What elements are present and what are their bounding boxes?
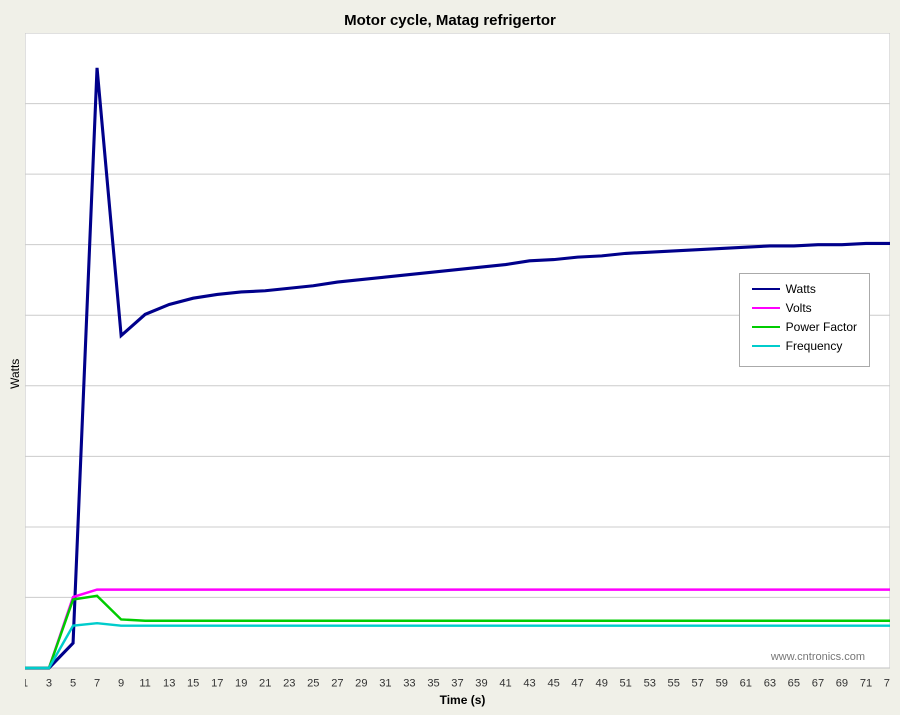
svg-text:55: 55 (668, 678, 680, 690)
svg-text:63: 63 (764, 678, 776, 690)
svg-text:49: 49 (596, 678, 608, 690)
svg-text:69: 69 (836, 678, 848, 690)
chart-title: Motor cycle, Matag refrigertor (344, 12, 556, 29)
legend-label-volts: Volts (786, 301, 812, 315)
svg-text:25: 25 (307, 678, 319, 690)
svg-text:31: 31 (379, 678, 391, 690)
legend-line-frequency (752, 345, 780, 347)
svg-text:65: 65 (788, 678, 800, 690)
chart-area-wrapper: 0 100 200 300 400 500 600 700 800 900 1 … (25, 33, 900, 715)
watermark: www.cntronics.com (771, 651, 865, 663)
x-axis-label: Time (s) (25, 693, 900, 715)
svg-text:3: 3 (46, 678, 52, 690)
svg-text:35: 35 (427, 678, 439, 690)
svg-text:61: 61 (740, 678, 752, 690)
svg-text:53: 53 (644, 678, 656, 690)
svg-text:67: 67 (812, 678, 824, 690)
legend-line-power-factor (752, 326, 780, 328)
svg-text:51: 51 (619, 678, 631, 690)
y-axis-label: Watts (5, 33, 25, 715)
svg-text:45: 45 (547, 678, 559, 690)
svg-text:19: 19 (235, 678, 247, 690)
chart-area: 0 100 200 300 400 500 600 700 800 900 1 … (25, 33, 890, 693)
chart-body: Watts (0, 33, 900, 715)
svg-text:21: 21 (259, 678, 271, 690)
svg-text:47: 47 (571, 678, 583, 690)
legend-item-watts: Watts (752, 282, 857, 296)
svg-text:37: 37 (451, 678, 463, 690)
svg-text:39: 39 (475, 678, 487, 690)
legend-line-watts (752, 288, 780, 290)
legend-item-volts: Volts (752, 301, 857, 315)
svg-text:15: 15 (187, 678, 199, 690)
svg-text:73: 73 (884, 678, 890, 690)
svg-text:29: 29 (355, 678, 367, 690)
svg-text:11: 11 (139, 678, 151, 690)
svg-text:59: 59 (716, 678, 728, 690)
svg-text:9: 9 (118, 678, 124, 690)
chart-container: Motor cycle, Matag refrigertor Watts (0, 0, 900, 632)
legend-label-power-factor: Power Factor (786, 320, 857, 334)
svg-text:33: 33 (403, 678, 415, 690)
legend-label-watts: Watts (786, 282, 816, 296)
legend-item-power-factor: Power Factor (752, 320, 857, 334)
svg-text:71: 71 (860, 678, 872, 690)
svg-text:43: 43 (523, 678, 535, 690)
svg-text:13: 13 (163, 678, 175, 690)
legend-label-frequency: Frequency (786, 339, 843, 353)
legend-item-frequency: Frequency (752, 339, 857, 353)
chart-legend: Watts Volts Power Factor Frequency (739, 273, 870, 367)
svg-text:17: 17 (211, 678, 223, 690)
svg-text:1: 1 (25, 678, 28, 690)
svg-text:57: 57 (692, 678, 704, 690)
svg-text:5: 5 (70, 678, 76, 690)
svg-text:23: 23 (283, 678, 295, 690)
svg-text:41: 41 (499, 678, 511, 690)
svg-text:7: 7 (94, 678, 100, 690)
legend-line-volts (752, 307, 780, 309)
svg-text:27: 27 (331, 678, 343, 690)
